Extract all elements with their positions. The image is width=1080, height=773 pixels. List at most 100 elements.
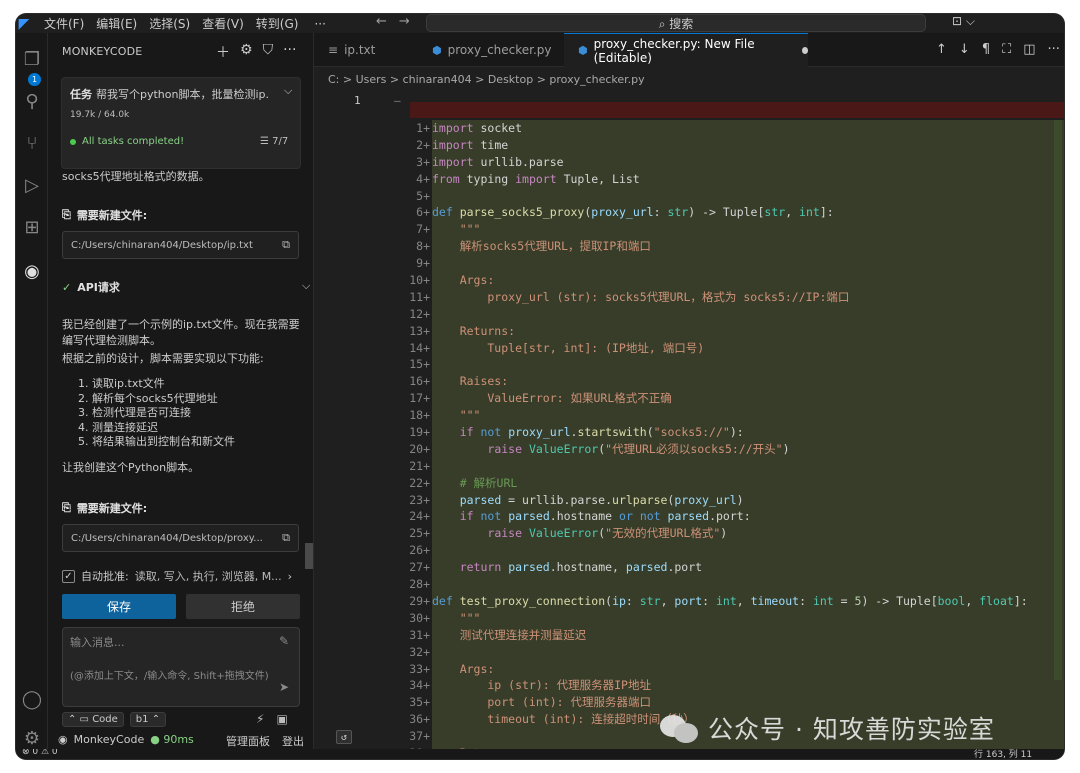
logout-link[interactable]: 登出	[282, 733, 304, 749]
overview-ruler[interactable]	[1054, 120, 1062, 680]
mode-label: Code	[92, 714, 118, 725]
file-path-box-2[interactable]: C:/Users/chinaran404/Desktop/proxy... ⧉	[62, 524, 299, 552]
pilcrow-icon[interactable]: ¶	[982, 42, 990, 57]
more-icon[interactable]: ···	[283, 42, 296, 62]
tab-proxy-checker-new[interactable]: ⬢ proxy_checker.py: New File (Editable)	[564, 33, 808, 67]
code-line: Args:	[432, 661, 495, 676]
add-icon[interactable]: ＋	[216, 42, 230, 62]
split-editor-icon[interactable]: ◫	[1023, 42, 1035, 57]
line-number: 28+	[409, 577, 430, 592]
shield-icon[interactable]: ⛉	[263, 42, 274, 62]
auto-approve-checkbox[interactable]: ✓	[62, 569, 75, 583]
line-number: 29+	[409, 593, 430, 608]
api-request-heading[interactable]: ✓ API请求	[62, 279, 120, 295]
mode-actions: ⚡ ▣	[256, 712, 288, 726]
line-number: 23+	[409, 492, 430, 507]
message-input[interactable]: 输入消息... ✎ (@添加上下文，/输入命令, Shift+拖拽文件) ➤	[62, 627, 300, 707]
code-line: raise ValueError("代理URL必须以socks5://开头")	[487, 441, 790, 456]
new-file-heading-2: ⎘ 需要新建文件:	[62, 500, 147, 516]
send-icon[interactable]: ➤	[279, 680, 289, 694]
code-line: ip (str): 代理服务器IP地址	[432, 678, 651, 693]
watermark-text: 公众号 · 知攻善防实验室	[708, 715, 995, 744]
command-search-box[interactable]: ⌕ 搜索	[426, 14, 926, 32]
file-path-box-1[interactable]: C:/Users/chinaran404/Desktop/ip.txt ⧉	[62, 231, 299, 259]
code-line: proxy_url (str): socks5代理URL，格式为 socks5:…	[432, 289, 850, 304]
open-external-icon[interactable]: ⧉	[282, 531, 290, 545]
menu-edit[interactable]: 编辑(E)	[96, 15, 137, 32]
chevron-down-icon[interactable]: ⌵	[284, 84, 292, 98]
branch-select[interactable]: b1 ⌃	[129, 712, 167, 727]
undo-change-icon[interactable]: ↺	[336, 730, 352, 744]
diff-editor[interactable]: 1 — 1+ 2+ 3+ 4+ 5+ 6+ 7+ 8+ 9+ 10+ 11+ 12+ 13+ 14+ 15+…	[314, 88, 1064, 749]
line-number: 27+	[409, 560, 430, 575]
extensions-icon[interactable]: ⊞	[20, 215, 44, 239]
arrow-up-icon[interactable]: ↑	[936, 42, 947, 57]
code-line: import time	[432, 137, 509, 152]
mode-select[interactable]: ⌃ ▭ Code	[62, 712, 124, 727]
line-number: 26+	[409, 543, 430, 558]
breadcrumb[interactable]: C: > Users > chinaran404 > Desktop > pro…	[328, 73, 645, 86]
run-debug-icon[interactable]: ▷	[20, 173, 44, 197]
tab-proxy-checker[interactable]: ⬢ proxy_checker.py	[418, 33, 564, 67]
code-line: def parse_socks5_proxy(proxy_url: str) -…	[432, 205, 834, 220]
enhance-prompt-icon[interactable]: ✎	[279, 634, 289, 648]
editor: ≡ ip.txt ⬢ proxy_checker.py ⬢ proxy_checker…	[314, 33, 1064, 749]
reject-button[interactable]: 拒绝	[186, 594, 300, 619]
monkeycode-icon[interactable]: ◉	[20, 259, 44, 283]
collapse-chevron-icon[interactable]: ⌵	[302, 279, 310, 293]
problems-indicator[interactable]: ⊗ 0 ⚠ 0	[22, 749, 58, 757]
layout-control-icon[interactable]: ⊡ ⌵	[952, 14, 975, 29]
tab-label: proxy_checker.py	[447, 43, 552, 57]
code-line: """	[459, 222, 481, 237]
python-file-icon: ⬢	[432, 43, 442, 57]
task-count: ☰ 7/7	[260, 136, 289, 147]
menu-selection[interactable]: 选择(S)	[149, 15, 190, 32]
code-line: Args:	[432, 273, 495, 288]
cursor-position[interactable]: 行 163, 列 11	[974, 749, 1032, 759]
code-content[interactable]: import socket import time import urllib.…	[432, 120, 1028, 749]
task-card[interactable]: 任务 帮我写个python脚本，批量检测ip. ⌵ 19.7k / 64.0k A…	[61, 77, 301, 169]
map-icon[interactable]: ⛶	[1002, 42, 1011, 57]
gear-icon[interactable]: ⚙	[240, 42, 253, 62]
lightning-icon[interactable]: ⚡	[256, 712, 264, 726]
unsaved-dot-icon[interactable]	[801, 47, 808, 54]
menu-view[interactable]: 查看(V)	[202, 15, 244, 32]
intro-text: socks5代理地址格式的数据。	[62, 170, 210, 183]
save-button[interactable]: 保存	[62, 594, 176, 619]
wechat-logo-icon	[660, 713, 700, 743]
message-hint: (@添加上下文，/输入命令, Shift+拖拽文件)	[70, 671, 269, 682]
menu-more-icon[interactable]: ···	[314, 17, 325, 31]
manage-panel-link[interactable]: 管理面板	[226, 733, 270, 749]
account-icon[interactable]: ◯	[20, 687, 44, 711]
task-text: 帮我写个python脚本，批量检测ip.	[96, 88, 270, 101]
image-icon[interactable]: ▣	[276, 712, 287, 726]
code-line: import socket	[432, 121, 523, 135]
settings-gear-icon[interactable]: ⚙	[20, 728, 44, 749]
source-control-icon[interactable]: ⑂	[20, 131, 44, 155]
arrow-down-icon[interactable]: ↓	[959, 42, 970, 57]
back-arrow-icon[interactable]: ←	[376, 14, 387, 29]
panel-scrollbar[interactable]	[305, 543, 313, 569]
chevron-right-icon[interactable]: ›	[288, 570, 292, 583]
menu-go[interactable]: 转到(G)	[256, 15, 299, 32]
explorer-icon[interactable]: ❐	[20, 47, 44, 71]
forward-arrow-icon[interactable]: →	[399, 14, 410, 29]
line-number: 30+	[409, 610, 430, 625]
search-icon[interactable]: ⚲	[20, 89, 44, 113]
menu-file[interactable]: 文件(F)	[44, 15, 84, 32]
auto-approve-row[interactable]: ✓ 自动批准: 读取, 写入, 执行, 浏览器, M... ›	[62, 568, 292, 584]
original-line-number: 1	[354, 94, 361, 107]
tab-ip-txt[interactable]: ≡ ip.txt	[314, 33, 418, 67]
line-number: 18+	[409, 408, 430, 423]
new-file-icon: ⎘	[62, 208, 71, 221]
task-label: 任务	[70, 88, 92, 101]
line-number-gutter: 1+ 2+ 3+ 4+ 5+ 6+ 7+ 8+ 9+ 10+ 11+ 12+ 13+ 14+ 15+ 16+ 1…	[374, 120, 432, 749]
line-number: 34+	[409, 678, 430, 693]
more-actions-icon[interactable]: ···	[1048, 42, 1060, 57]
feature-list: 1. 读取ip.txt文件 2. 解析每个socks5代理地址 3. 检测代理是…	[78, 377, 235, 450]
open-external-icon[interactable]: ⧉	[282, 238, 290, 252]
line-number: 2+	[416, 137, 430, 152]
new-file-label: 需要新建文件:	[76, 502, 148, 515]
